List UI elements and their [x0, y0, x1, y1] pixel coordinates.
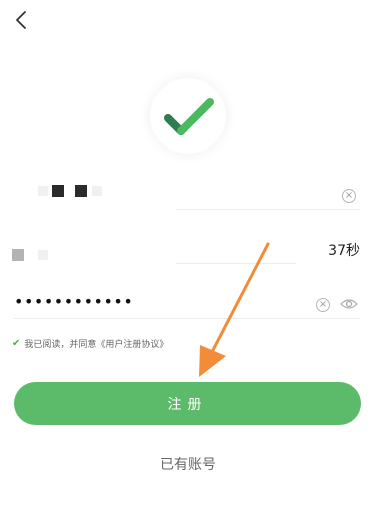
- password-field-underline: [14, 318, 360, 319]
- register-button[interactable]: 注册: [14, 382, 361, 425]
- password-input[interactable]: ••••••••••••: [14, 292, 133, 311]
- app-logo: [150, 78, 226, 154]
- code-field-underline: [176, 263, 296, 264]
- checkmark-icon: [164, 98, 214, 135]
- agreement-row[interactable]: ✔ 我已阅读，并同意《用户注册协议》: [12, 336, 168, 350]
- verification-code-value: [12, 249, 24, 261]
- eye-icon[interactable]: [340, 297, 358, 311]
- phone-field-underline: [176, 209, 360, 210]
- agreement-checkbox[interactable]: ✔: [12, 338, 20, 349]
- back-button[interactable]: [8, 6, 36, 34]
- phone-number-value: [38, 180, 168, 202]
- code-countdown[interactable]: 37秒: [328, 240, 360, 260]
- chevron-left-icon: [16, 11, 26, 29]
- phone-clear-icon[interactable]: ×: [342, 189, 356, 203]
- have-account-link[interactable]: 已有账号: [0, 454, 376, 474]
- password-clear-icon[interactable]: ×: [316, 298, 330, 312]
- agreement-text: 我已阅读，并同意《用户注册协议》: [24, 339, 169, 350]
